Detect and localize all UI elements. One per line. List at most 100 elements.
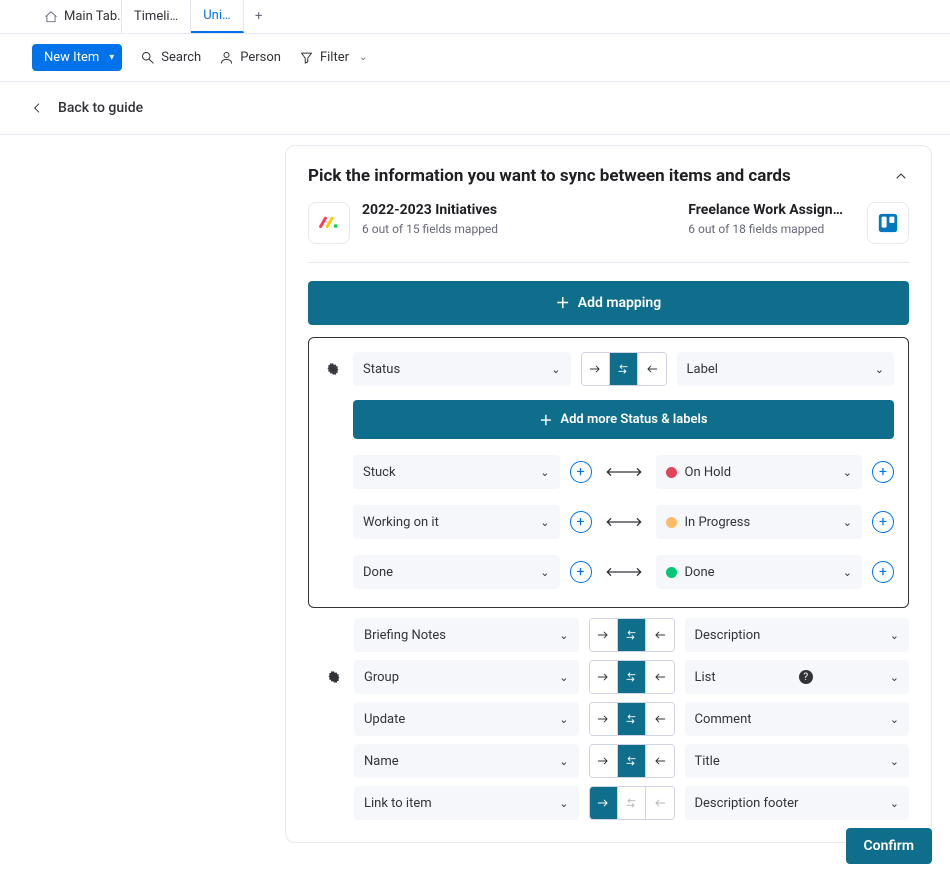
source-left-sub: 6 out of 15 fields mapped [362,222,498,236]
dir-left-only[interactable] [646,745,674,777]
mapping-right-select[interactable]: Description footer ⌄ [685,786,910,820]
status-left-select[interactable]: Status ⌄ [353,352,571,386]
plus-icon: ＋ [539,410,552,429]
add-right-value[interactable]: + [872,461,894,483]
dir-both[interactable] [618,745,646,777]
mapping-left-select[interactable]: Name ⌄ [354,744,579,778]
dir-right-only[interactable] [590,745,618,777]
status-mapping-block: Status ⌄ Label ⌄ ＋ Add more Status & lab… [308,337,909,608]
field-label: In Progress [685,515,751,530]
dir-both[interactable] [618,787,646,819]
add-tab-button[interactable]: + [244,9,274,24]
status-pair-right-select[interactable]: In Progress ⌄ [656,505,863,539]
status-pair-left-select[interactable]: Working on it ⌄ [353,505,560,539]
dir-both[interactable] [610,353,638,385]
help-icon[interactable]: ? [799,670,813,684]
filter-button[interactable]: Filter ⌄ [299,50,367,65]
chevron-down-icon: ⌄ [540,516,549,529]
source-left-name: 2022-2023 Initiatives [362,202,498,218]
chevron-down-icon: ⌄ [559,797,568,810]
tab-label: Timeli… [134,9,178,24]
mapping-left-select[interactable]: Update ⌄ [354,702,579,736]
mapping-left-select[interactable]: Link to item ⌄ [354,786,579,820]
add-right-value[interactable]: + [872,561,894,583]
add-mapping-label: Add mapping [578,295,661,311]
person-icon [219,50,234,65]
sources-row: 2022-2023 Initiatives 6 out of 15 fields… [308,202,909,263]
field-label: Description footer [695,796,799,811]
field-label: Label [687,362,718,377]
panel-title: Pick the information you want to sync be… [308,166,791,186]
mapping-row: Group ⌄ List? ⌄ [324,660,909,694]
dir-right-only[interactable] [590,619,618,651]
chevron-down-icon: ⌄ [540,466,549,479]
dir-right-only[interactable] [582,353,610,385]
toolbar: New Item ▾ Search Person Filter ⌄ [0,34,950,82]
gear-icon[interactable] [327,670,341,684]
source-left: 2022-2023 Initiatives 6 out of 15 fields… [308,202,602,244]
field-label: Status [363,362,400,377]
dir-both[interactable] [618,619,646,651]
status-pair-left-select[interactable]: Done ⌄ [353,555,560,589]
collapse-icon[interactable] [893,168,909,184]
field-label: Link to item [364,796,432,811]
add-left-value[interactable]: + [570,461,592,483]
add-status-labels-button[interactable]: ＋ Add more Status & labels [353,400,894,439]
dir-left-only[interactable] [638,353,666,385]
chevron-down-icon: ⌄ [359,52,367,63]
dir-both[interactable] [618,661,646,693]
field-label: Done [363,565,393,580]
back-to-guide[interactable]: Back to guide [0,82,950,135]
gear-icon[interactable] [326,362,340,376]
mapping-right-select[interactable]: Description ⌄ [685,618,910,652]
add-right-value[interactable]: + [872,511,894,533]
status-right-select[interactable]: Label ⌄ [677,352,895,386]
dir-right-only[interactable] [590,661,618,693]
direction-toggle[interactable] [581,352,667,386]
mapping-right-select[interactable]: Title ⌄ [685,744,910,778]
dir-right-only[interactable] [590,787,618,819]
search-button[interactable]: Search [140,50,201,65]
dir-left-only[interactable] [646,703,674,735]
dir-both[interactable] [618,703,646,735]
add-left-value[interactable]: + [570,511,592,533]
dir-right-only[interactable] [590,703,618,735]
confirm-button[interactable]: Confirm [846,828,932,864]
tab-unito[interactable]: Uni… [191,0,243,33]
add-left-value[interactable]: + [570,561,592,583]
bidirectional-arrow-icon [602,466,646,478]
add-mapping-button[interactable]: ＋ Add mapping [308,281,909,325]
mapping-left-select[interactable]: Group ⌄ [354,660,579,694]
mapping-right-select[interactable]: Comment ⌄ [685,702,910,736]
chevron-down-icon: ⌄ [843,516,852,529]
chevron-down-icon: ⌄ [559,671,568,684]
chevron-down-icon: ⌄ [890,755,899,768]
chevron-down-icon: ⌄ [890,797,899,810]
chevron-down-icon: ⌄ [890,671,899,684]
dir-left-only[interactable] [646,619,674,651]
chevron-left-icon [30,101,44,115]
tab-main[interactable]: Main Tab… [32,0,122,33]
new-item-button[interactable]: New Item ▾ [32,44,122,71]
person-button[interactable]: Person [219,50,281,65]
search-icon [140,50,155,65]
mapping-right-select[interactable]: List? ⌄ [685,660,910,694]
status-pair-row: Working on it ⌄ + In Progress ⌄ + [323,505,894,539]
mapping-left-select[interactable]: Briefing Notes ⌄ [354,618,579,652]
search-label: Search [161,50,201,65]
filter-icon [299,50,314,65]
dir-left-only[interactable] [646,661,674,693]
status-pair-right-select[interactable]: Done ⌄ [656,555,863,589]
chevron-down-icon: ⌄ [890,713,899,726]
tab-timeline[interactable]: Timeli… [122,0,191,33]
confirm-label: Confirm [864,838,914,854]
chevron-down-icon: ⌄ [559,755,568,768]
chevron-down-icon: ⌄ [551,363,560,376]
dir-left-only[interactable] [646,787,674,819]
status-pair-right-select[interactable]: On Hold ⌄ [656,455,863,489]
sync-panel: Pick the information you want to sync be… [285,145,932,843]
status-pair-left-select[interactable]: Stuck ⌄ [353,455,560,489]
mapping-row: Link to item ⌄ Description footer ⌄ [324,786,909,820]
person-label: Person [240,50,281,65]
chevron-down-icon: ⌄ [559,713,568,726]
